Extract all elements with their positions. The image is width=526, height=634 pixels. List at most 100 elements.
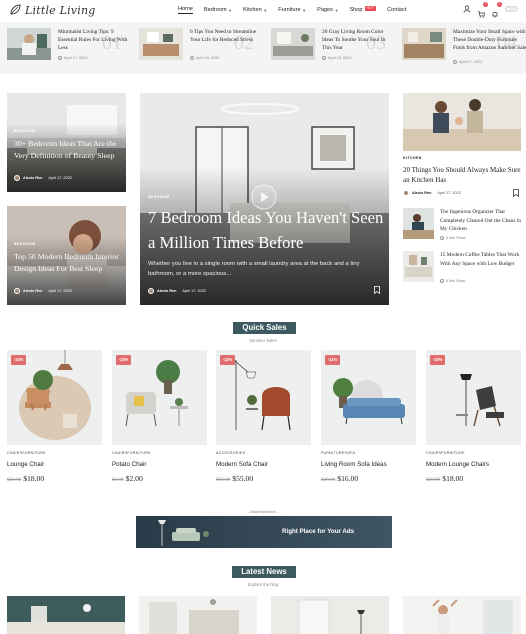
product-image[interactable]: -33% <box>112 350 207 445</box>
left-card-1[interactable]: Bedroom 30+ Bedroom Ideas That Are the V… <box>7 93 126 192</box>
product-card[interactable]: -10% Chairsfurniture Modern Lounge Chair… <box>426 350 521 483</box>
right-main-photo <box>403 93 521 151</box>
nav-contact[interactable]: Contact <box>387 6 406 14</box>
cart-button[interactable]: 0 <box>477 2 488 18</box>
right-main-title[interactable]: 20 Things You Should Always Make Sure an… <box>403 165 521 186</box>
right-list-thumbnail <box>403 208 434 239</box>
bookmark-icon[interactable] <box>374 286 380 294</box>
nav-kitchen[interactable]: Kitchen ▼ <box>243 6 267 14</box>
author-name[interactable]: Alexis Ren <box>23 176 42 180</box>
sale-price: $18.00 <box>23 474 45 483</box>
hot-badge: HOT <box>364 5 377 11</box>
feature-excerpt: Whether you live in a single room with a… <box>148 261 360 277</box>
discount-badge: -10% <box>11 355 26 365</box>
feature-category[interactable]: Bedroom <box>148 195 170 199</box>
bookmark-icon[interactable] <box>513 189 519 197</box>
user-icon[interactable] <box>463 5 471 13</box>
latest-news-heading: Latest News <box>232 566 296 578</box>
right-list-item[interactable]: The Ingenious Organizer That Completely … <box>403 208 521 244</box>
strip-item[interactable]: 03 20 Gray Living Room Color Ideas To So… <box>271 28 396 68</box>
product-name[interactable]: Living Room Sofa Ideas <box>321 461 387 468</box>
news-card[interactable] <box>7 596 125 634</box>
right-main-image[interactable] <box>403 93 521 151</box>
product-name[interactable]: Modern Sofa Chair <box>216 461 268 468</box>
product-image[interactable]: -10% <box>426 350 521 445</box>
author-name[interactable]: Alexis Ren <box>412 191 431 195</box>
read-time: 6 Min Read <box>440 236 465 240</box>
news-card[interactable] <box>139 596 257 634</box>
theme-toggle-icon[interactable] <box>505 5 518 13</box>
notification-button[interactable]: 1 <box>491 2 502 18</box>
feature-date: April 17, 2022 <box>182 289 206 293</box>
card-title[interactable]: Top 50 Modern Bedroom Interior Design Id… <box>14 251 122 274</box>
trending-strip: 01 Minimalist Living Tips: 9 Essential R… <box>0 22 526 74</box>
product-category[interactable]: Furnituresofa <box>321 451 355 455</box>
feature-title[interactable]: 7 Bedroom Ideas You Haven't Seen a Milli… <box>148 205 388 255</box>
nav-furniture[interactable]: Furniture ▼ <box>278 6 306 14</box>
news-image <box>271 596 389 634</box>
nav-shop[interactable]: Shop HOT <box>349 5 377 14</box>
latest-news-subtitle: Explore the blog <box>247 582 279 587</box>
product-category[interactable]: Chairsfurniture <box>7 451 46 455</box>
card-date: April 17, 2022 <box>48 289 72 293</box>
nav-pages[interactable]: Pages ▼ <box>317 6 338 14</box>
strip-item[interactable]: 02 6 Tips You Need to Streamline Your Li… <box>139 28 264 68</box>
author-name[interactable]: Alexis Ren <box>157 289 176 293</box>
product-price: $65.00 $55.00 <box>216 474 253 483</box>
product-card[interactable]: -10% Chairsfurniture Lounge Chair $20.00… <box>7 350 102 483</box>
strip-title[interactable]: 20 Gray Living Room Color Ideas To Sooth… <box>322 28 396 53</box>
product-category[interactable]: Chairsfurniture <box>426 451 465 455</box>
right-list-title[interactable]: 15 Modern Coffee Tables That Work With A… <box>440 251 522 268</box>
chevron-down-icon: ▼ <box>263 7 268 13</box>
left-card-2[interactable]: Bedroom Top 50 Modern Bedroom Interior D… <box>7 206 126 305</box>
cart-count-badge: 0 <box>483 2 488 7</box>
logo[interactable]: Little Living <box>8 3 95 17</box>
news-card[interactable] <box>403 596 521 634</box>
right-main-category[interactable]: Kitchen <box>403 156 422 160</box>
product-card[interactable]: -11% Furnituresofa Living Room Sofa Idea… <box>321 350 416 483</box>
strip-title[interactable]: Minimalist Living Tips: 9 Essential Rule… <box>58 28 132 53</box>
read-time: 6 Min Read <box>440 279 465 283</box>
site-header: Little Living Home Bedroom ▼ Kitchen ▼ Fur… <box>0 0 526 22</box>
sale-price: $16.00 <box>337 474 359 483</box>
clock-icon <box>322 56 326 60</box>
product-card[interactable]: -12% Accessories Modern Sofa Chair $65.0… <box>216 350 311 483</box>
cart-icon <box>478 11 485 18</box>
product-category[interactable]: Accessories <box>216 451 245 455</box>
strip-title[interactable]: 6 Tips You Need to Streamline Your Life … <box>190 28 264 44</box>
card-title[interactable]: 30+ Bedroom Ideas That Are the Very Defi… <box>14 138 122 161</box>
strip-item[interactable]: 01 Minimalist Living Tips: 9 Essential R… <box>7 28 132 68</box>
right-list-item[interactable]: 15 Modern Coffee Tables That Work With A… <box>403 251 521 287</box>
quick-sales-heading: Quick Sales <box>233 322 296 334</box>
strip-item[interactable]: 04 Maximize Your Small Space with These … <box>402 28 526 68</box>
product-card[interactable]: -33% Chairsfurniture Potato Chair $3.00 $… <box>112 350 207 483</box>
feature-card[interactable]: Bedroom 7 Bedroom Ideas You Haven't Seen… <box>140 93 389 305</box>
logo-text: Little Living <box>25 3 96 17</box>
nav-home[interactable]: Home <box>178 6 193 14</box>
card-category[interactable]: Bedroom <box>14 129 36 133</box>
product-name[interactable]: Potato Chair <box>112 461 146 468</box>
ad-text: Right Place for Your Ads <box>282 528 355 535</box>
nav-home-label: Home <box>178 6 193 12</box>
clock-icon <box>58 56 62 60</box>
news-card[interactable] <box>271 596 389 634</box>
product-image[interactable]: -11% <box>321 350 416 445</box>
strip-date: April 16, 2022 <box>190 56 219 60</box>
product-name[interactable]: Lounge Chair <box>7 461 44 468</box>
product-image[interactable]: -12% <box>216 350 311 445</box>
card-category[interactable]: Bedroom <box>14 242 36 246</box>
product-image[interactable]: -10% <box>7 350 102 445</box>
nav-bedroom[interactable]: Bedroom ▼ <box>204 6 232 14</box>
product-name[interactable]: Modern Lounge Chairs <box>426 461 489 468</box>
avatar <box>14 288 20 294</box>
strip-date: April 15, 2022 <box>322 56 351 60</box>
strip-title[interactable]: Maximize Your Small Space with These Dou… <box>453 28 526 53</box>
right-list-title[interactable]: The Ingenious Organizer That Completely … <box>440 208 522 234</box>
author-name[interactable]: Alexis Ren <box>23 289 42 293</box>
ad-banner[interactable]: Right Place for Your Ads <box>136 516 392 548</box>
chevron-down-icon: ▼ <box>228 7 233 13</box>
strip-thumbnail <box>139 28 183 60</box>
product-category[interactable]: Chairsfurniture <box>112 451 151 455</box>
quick-sales-subtitle: Summer Sales <box>249 338 277 343</box>
nav-shop-label: Shop <box>349 7 363 13</box>
